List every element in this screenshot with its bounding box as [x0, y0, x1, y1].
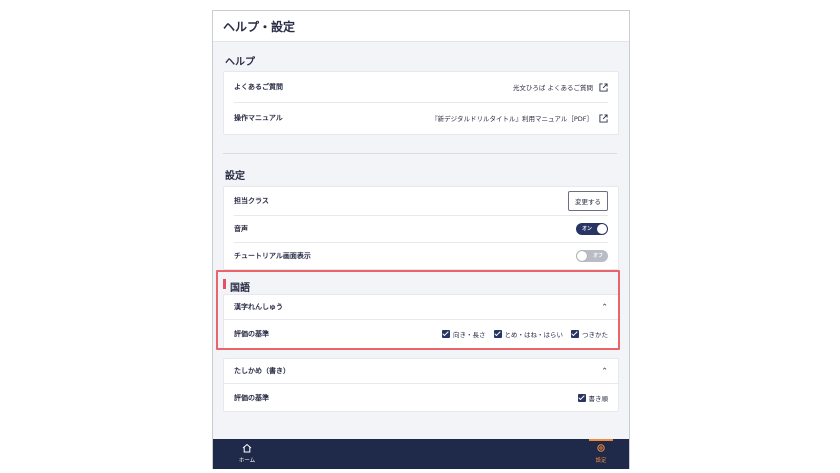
active-tab-indicator — [589, 439, 613, 441]
check-item-stroke-order[interactable]: 書き順 — [577, 393, 609, 403]
bottom-nav: ホーム 設定 — [213, 439, 629, 469]
class-row: 担当クラス 変更する — [224, 187, 618, 215]
tab-settings-label: 設定 — [595, 458, 607, 464]
settings-card: 担当クラス 変更する 音声 オン チュートリアル画面表示 オフ — [223, 186, 619, 270]
tutorial-toggle[interactable]: オフ — [576, 250, 608, 262]
tutorial-row: チュートリアル画面表示 オフ — [224, 243, 618, 269]
toggle-knob — [577, 251, 587, 261]
kakitori-header-row[interactable]: たしかめ（書き） ⌃ — [224, 359, 618, 383]
faq-label: よくあるご質問 — [234, 83, 283, 91]
faq-link[interactable]: 光文ひろば よくあるご質問 — [513, 82, 593, 92]
app-window: ヘルプ・設定 ヘルプ よくあるご質問 光文ひろば よくあるご質問 操作マニュアル… — [212, 10, 630, 469]
settings-section-title: 設定 — [225, 171, 245, 182]
external-link-icon[interactable] — [599, 82, 608, 92]
sound-row: 音声 オン — [224, 216, 618, 242]
chevron-up-icon[interactable]: ⌃ — [601, 367, 608, 376]
external-link-icon[interactable] — [599, 113, 608, 123]
kakitori-criteria-label: 評価の基準 — [234, 393, 269, 402]
tutorial-label: チュートリアル画面表示 — [234, 252, 311, 260]
class-label: 担当クラス — [234, 197, 269, 205]
toggle-knob — [597, 224, 607, 234]
help-section-title: ヘルプ — [225, 57, 255, 68]
page-title: ヘルプ・設定 — [223, 20, 296, 34]
section-divider — [223, 153, 617, 154]
title-bar: ヘルプ・設定 — [213, 11, 629, 42]
kakitori-card: たしかめ（書き） ⌃ 評価の基準 書き順 — [223, 358, 619, 412]
highlight-frame — [216, 270, 620, 350]
tab-home[interactable]: ホーム — [227, 443, 267, 464]
manual-label: 操作マニュアル — [234, 114, 283, 122]
sound-toggle-label: オン — [582, 226, 593, 232]
home-icon — [227, 443, 267, 455]
kakitori-criteria-row: 評価の基準 書き順 — [224, 384, 618, 411]
checkbox-checked-icon[interactable] — [577, 393, 586, 402]
sound-label: 音声 — [234, 225, 248, 233]
tab-settings[interactable]: 設定 — [581, 443, 621, 464]
gear-icon — [581, 443, 621, 455]
tutorial-toggle-label: オフ — [592, 253, 603, 259]
change-class-button[interactable]: 変更する — [568, 191, 608, 211]
tab-home-label: ホーム — [238, 458, 256, 464]
faq-row[interactable]: よくあるご質問 光文ひろば よくあるご質問 — [224, 72, 618, 102]
check-label: 書き順 — [588, 394, 609, 403]
help-card: よくあるご質問 光文ひろば よくあるご質問 操作マニュアル 『新デジタルドリルタ… — [223, 71, 619, 135]
manual-row[interactable]: 操作マニュアル 『新デジタルドリルタイトル』利用マニュアル［PDF］ — [224, 103, 618, 133]
kakitori-group-title: たしかめ（書き） — [234, 367, 290, 375]
manual-link[interactable]: 『新デジタルドリルタイトル』利用マニュアル［PDF］ — [431, 113, 593, 123]
sound-toggle[interactable]: オン — [576, 223, 608, 235]
